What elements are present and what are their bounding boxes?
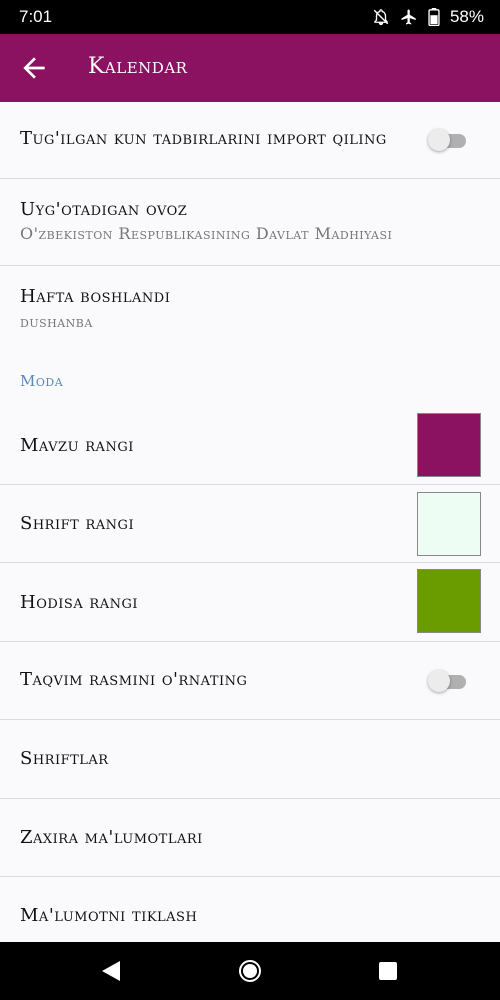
airplane-icon [400,8,418,26]
home-circle-icon [239,960,261,982]
theme-color-label: Mavzu rangi [20,435,134,456]
fonts-row[interactable]: Shriftlar [0,720,500,799]
status-bar: 7:01 58% [0,0,500,34]
week-start-row[interactable]: Hafta boshlandi dushanba [0,266,500,352]
import-birthdays-switch[interactable] [428,129,468,151]
font-color-label: Shrift rangi [20,513,135,534]
arrow-left-icon [23,57,45,79]
ringtone-label: Uyg'otadigan ovoz [20,199,188,220]
event-color-swatch[interactable] [417,569,481,633]
import-birthdays-row[interactable]: Tug'ilgan kun tadbirlarini import qiling [0,102,500,179]
page-title: Kalendar [88,54,188,79]
calendar-image-label: Taqvim rasmini o'rnating [20,669,248,690]
notifications-off-icon [372,8,390,26]
switch-thumb [428,129,450,151]
status-icons: 58% [372,7,484,27]
backup-row[interactable]: Zaxira ma'lumotlari [0,799,500,877]
theme-color-swatch[interactable] [417,413,481,477]
calendar-image-switch[interactable] [428,670,468,692]
backup-label: Zaxira ma'lumotlari [20,827,203,848]
back-button[interactable] [18,52,50,84]
nav-back-button[interactable] [100,959,122,987]
navigation-bar [0,942,500,1000]
event-color-row[interactable]: Hodisa rangi [0,563,500,642]
battery-percent: 58% [449,7,484,26]
week-start-value: dushanba [20,312,93,331]
ringtone-row[interactable]: Uyg'otadigan ovoz O'zbekiston Respublika… [0,179,500,266]
restore-label: Ma'lumotni tiklash [20,905,198,926]
font-color-row[interactable]: Shrift rangi [0,485,500,563]
settings-list: Tug'ilgan kun tadbirlarini import qiling… [0,102,500,942]
fonts-label: Shriftlar [20,748,109,769]
import-birthdays-label: Tug'ilgan kun tadbirlarini import qiling [20,128,387,149]
theme-color-row[interactable]: Mavzu rangi [0,407,500,485]
week-start-label: Hafta boshlandi [20,286,171,307]
font-color-swatch[interactable] [417,492,481,556]
ringtone-value: O'zbekiston Respublikasining Davlat Madh… [20,224,393,243]
calendar-image-row[interactable]: Taqvim rasmini o'rnating [0,642,500,720]
section-header-fashion: Moda [20,372,64,390]
event-color-label: Hodisa rangi [20,592,138,613]
app-bar: Kalendar [0,34,500,102]
back-triangle-icon [102,961,120,981]
status-time: 7:01 [19,7,53,26]
switch-thumb [428,670,450,692]
battery-icon [428,8,440,26]
nav-recents-button[interactable] [378,961,398,985]
nav-home-button[interactable] [238,959,262,987]
recents-square-icon [379,962,397,980]
restore-row[interactable]: Ma'lumotni tiklash [0,877,500,942]
